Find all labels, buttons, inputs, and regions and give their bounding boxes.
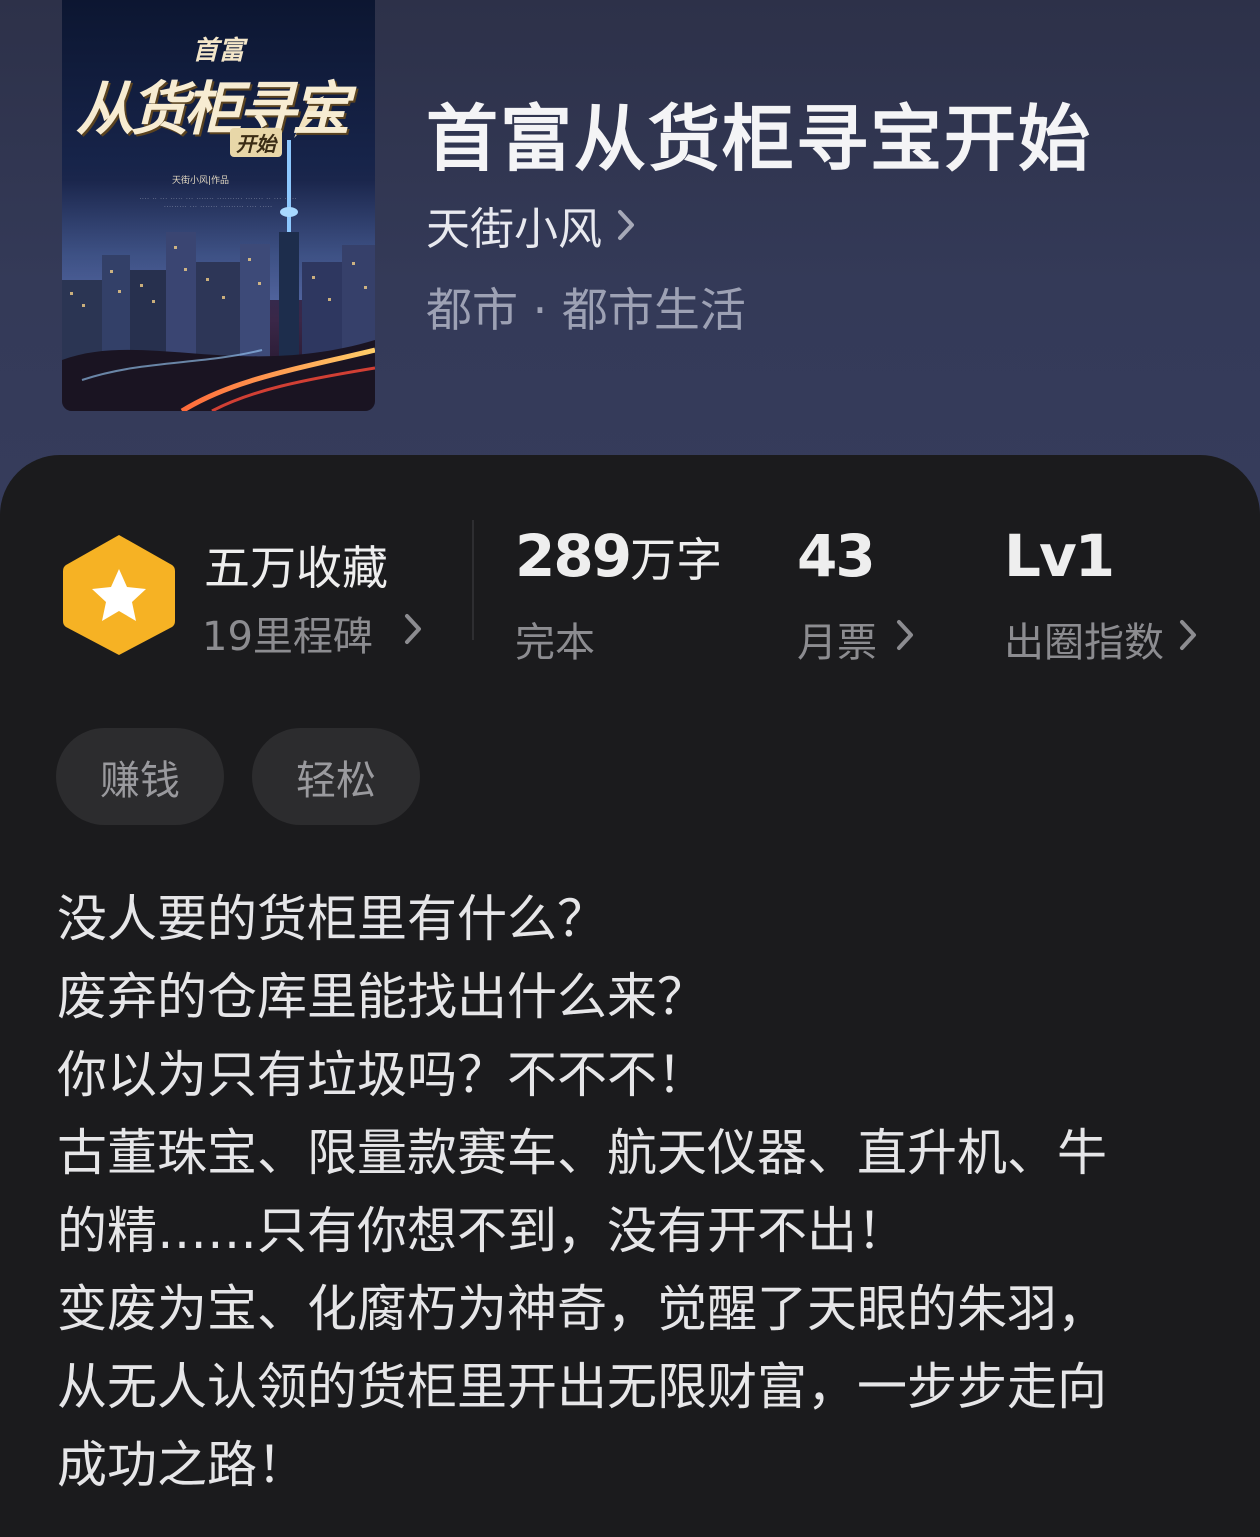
chevron-right-icon — [403, 610, 423, 656]
book-cover[interactable]: 首富 从货柜寻宝 开始 天街小风|作品 ···· ·· ··· ····· ··… — [62, 0, 375, 411]
synopsis-line: 成功之路！ — [57, 1436, 307, 1494]
book-synopsis: 没人要的货柜里有什么？ 废弃的仓库里能找出什么来？ 你以为只有垃圾吗？不不不！ … — [57, 880, 1207, 1504]
breakout-index-link[interactable]: 出圈指数 — [1004, 610, 1198, 668]
word-count: 289万字 — [515, 522, 722, 590]
book-title: 首富从货柜寻宝开始 — [426, 96, 1093, 181]
author-link[interactable]: 天街小风 — [426, 193, 636, 257]
synopsis-line: 从无人认领的货柜里开出无限财富，一步步走向 — [57, 1358, 1107, 1416]
word-count-number: 289 — [515, 522, 632, 590]
completion-status: 完本 — [515, 610, 595, 668]
chevron-right-icon — [895, 616, 915, 662]
breakout-index: Lv1 — [1004, 522, 1115, 590]
tag-chip[interactable]: 轻松 — [252, 728, 420, 825]
cover-fine-print: ········· ··· ······· ········· ···· ···… — [164, 204, 273, 210]
stat-divider — [472, 520, 474, 640]
cover-fine-print: ···· ·· ··· ····· ··· ······· ··········… — [139, 196, 298, 202]
author-name: 天街小风 — [426, 204, 602, 255]
milestone-label: 19里程碑 — [202, 614, 373, 660]
monthly-tickets-label: 月票 — [797, 620, 877, 666]
synopsis-line: 废弃的仓库里能找出什么来？ — [57, 968, 707, 1026]
completion-label: 完本 — [515, 620, 595, 666]
synopsis-line: 变废为宝、化腐朽为神奇，觉醒了天眼的朱羽， — [57, 1280, 1107, 1338]
monthly-tickets-number: 43 — [797, 522, 876, 590]
monthly-tickets: 43 — [797, 522, 876, 590]
cover-title-badge: 开始 — [230, 128, 282, 157]
breakout-index-level: Lv1 — [1004, 522, 1115, 590]
cover-title-main: 从货柜寻宝 — [76, 75, 350, 143]
synopsis-line: 没人要的货柜里有什么？ — [57, 890, 607, 948]
milestone-link[interactable]: 19里程碑 — [202, 604, 423, 662]
word-count-unit: 万字 — [630, 533, 723, 587]
cover-author-line: 天街小风|作品 — [172, 176, 230, 186]
chevron-right-icon — [1178, 616, 1198, 662]
breakout-index-label: 出圈指数 — [1004, 620, 1164, 666]
star-hexagon-icon[interactable] — [62, 533, 176, 661]
book-genre: 都市 · 都市生活 — [426, 283, 746, 337]
monthly-tickets-link[interactable]: 月票 — [797, 610, 915, 668]
synopsis-line: 的精……只有你想不到，没有开不出！ — [57, 1202, 907, 1260]
synopsis-line: 你以为只有垃圾吗？不不不！ — [57, 1046, 707, 1104]
collect-count: 五万收藏 — [204, 541, 388, 595]
synopsis-line: 古董珠宝、限量款赛车、航天仪器、直升机、牛 — [57, 1124, 1107, 1182]
tag-chip[interactable]: 赚钱 — [56, 728, 224, 825]
chevron-right-icon — [616, 202, 636, 253]
